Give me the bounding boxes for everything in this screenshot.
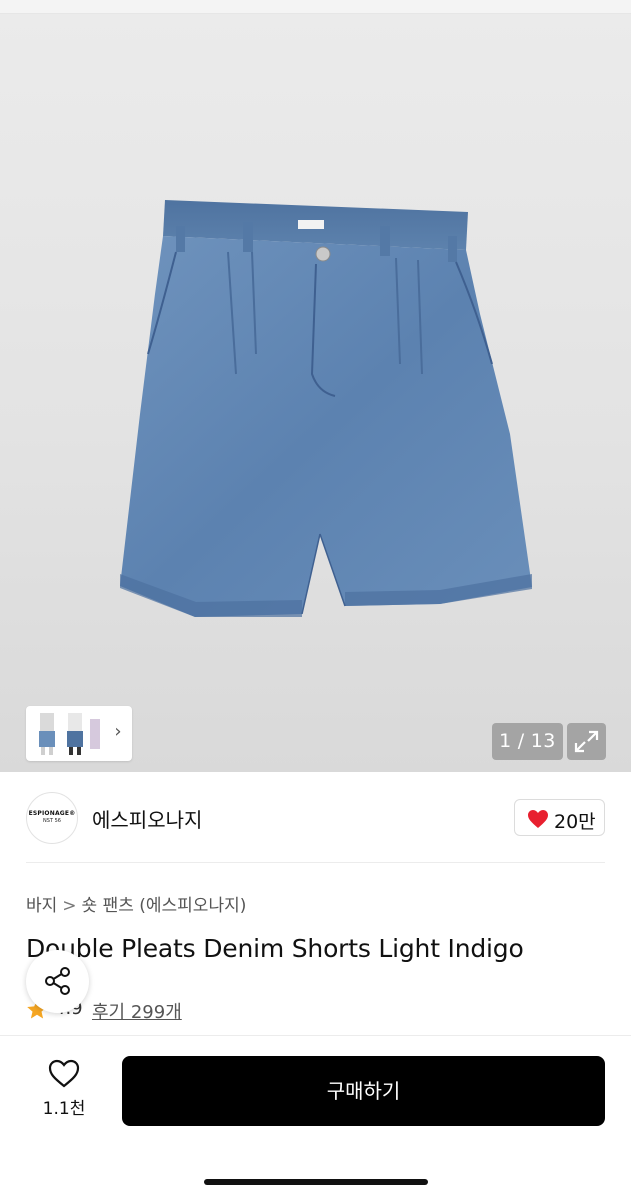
breadcrumb-separator: > [62,896,77,916]
expand-button[interactable] [567,723,606,760]
product-detail-page: › 1 / 13 ESPIONAGE® NST 56 에스피오나지 20만 바지… [0,0,631,1200]
product-image [120,200,532,617]
thumbnail-strip[interactable]: › [26,706,132,761]
heart-filled-icon [528,810,548,828]
heart-outline-icon [48,1059,80,1088]
breadcrumb: 바지 > 숏 팬츠 (에스피오나지) [26,891,246,916]
share-icon [45,967,70,995]
brand-logo[interactable]: ESPIONAGE® NST 56 [26,792,78,844]
status-bar [0,0,631,14]
image-counter-total: 13 [530,730,556,752]
share-button[interactable] [26,950,89,1013]
image-counter-current: 1 [499,730,512,752]
breadcrumb-item-subcategory[interactable]: 숏 팬츠 (에스피오나지) [82,896,247,916]
brand-like-button[interactable]: 20만 [514,799,605,836]
thumbnail-image[interactable] [36,711,58,757]
brand-row: ESPIONAGE® NST 56 에스피오나지 20만 [0,772,631,862]
wishlist-count: 1.1천 [42,1099,86,1119]
brand-logo-text: ESPIONAGE® [28,810,76,817]
brand-logo-subtext: NST 56 [43,818,61,824]
reviews-link[interactable]: 후기 299개 [92,998,182,1024]
thumbnail-image[interactable] [64,711,86,757]
image-counter: 1 / 13 [492,723,563,760]
expand-arrows-icon [574,730,599,753]
brand-like-count: 20만 [554,811,596,833]
image-counter-separator: / [517,730,525,752]
divider [26,862,605,863]
breadcrumb-item-category[interactable]: 바지 [26,896,57,916]
bottom-action-bar: 1.1천 구매하기 [0,1035,631,1200]
buy-button[interactable]: 구매하기 [122,1056,605,1126]
wishlist-button[interactable]: 1.1천 [34,1059,94,1119]
product-image-gallery[interactable]: › 1 / 13 [0,14,631,772]
brand-name[interactable]: 에스피오나지 [92,804,202,833]
home-indicator [204,1179,428,1185]
chevron-right-icon[interactable]: › [108,720,128,744]
thumbnail-image[interactable] [88,711,102,757]
product-title: Double Pleats Denim Shorts Light Indigo [26,934,524,963]
